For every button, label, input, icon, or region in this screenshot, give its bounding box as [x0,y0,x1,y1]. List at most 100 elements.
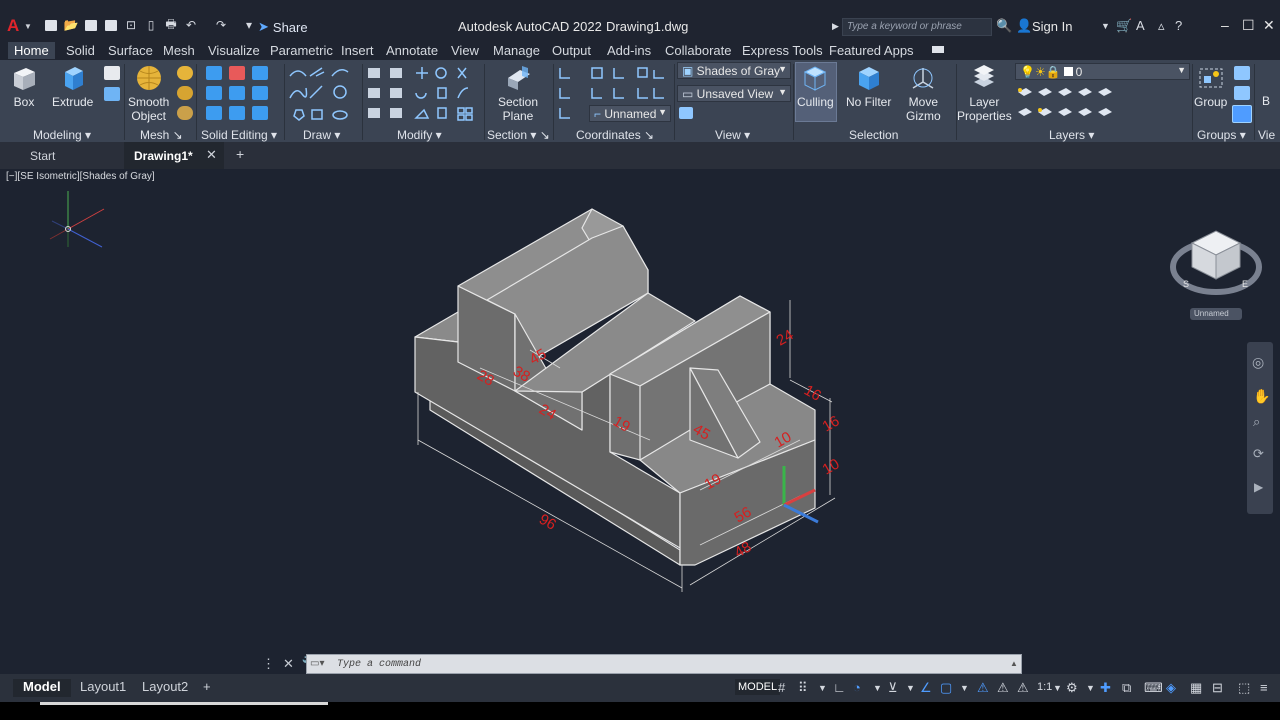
panel-solid-editing[interactable]: Solid Editing ▾ [201,128,277,142]
layout-tab-model[interactable]: Model [13,679,71,697]
layout-tab-layout1[interactable]: Layout1 [70,679,136,697]
smooth-object-button[interactable]: Smooth Object [128,64,169,123]
close-icon[interactable]: ✕ [1263,17,1275,34]
extract-edges-icon[interactable] [252,86,268,100]
viewport-config-icon[interactable] [679,107,693,119]
help-icon[interactable]: ? [1175,18,1182,33]
ucs-dropdown[interactable]: ⌐ Unnamed ▼ [589,105,671,122]
ribbon-toggle-icon[interactable] [932,46,944,53]
customize-qa-chevron-icon[interactable]: ▾ [242,18,256,32]
draw-tools-icons[interactable] [288,64,360,124]
osnap-chevron-icon[interactable]: ▼ [960,683,969,693]
sign-in-link[interactable]: Sign In [1032,19,1072,34]
snap-icon[interactable]: ⠿ [798,680,808,696]
workspace-chevron-icon[interactable]: ▼ [1086,683,1095,693]
layer-tools-icons[interactable] [1016,84,1116,124]
panel-layers[interactable]: Layers ▾ [1049,128,1094,142]
undo-icon[interactable]: ↶ [184,18,198,32]
new-tab-plus-icon[interactable]: + [236,146,244,162]
plot-icon[interactable]: 🖶 [164,17,178,32]
tab-annotate[interactable]: Annotate [380,42,444,59]
group-edit-icon[interactable] [1234,86,1250,100]
view-overflow-button[interactable]: B [1262,94,1270,108]
zoom-icon[interactable]: ⌕ [1253,414,1260,430]
fillet-edges-icon[interactable] [229,106,245,120]
layer-dropdown[interactable]: 💡☀🔒 0 ▼ [1015,63,1190,80]
subtract-icon[interactable] [229,66,245,80]
maximize-icon[interactable]: ☐ [1242,17,1255,34]
ortho-icon[interactable]: ∟ [833,680,846,695]
grip-handle-icon[interactable]: ⋮ [262,656,275,672]
tab-insert[interactable]: Insert [335,42,380,59]
presspull-icon[interactable] [104,87,120,101]
intersect-icon[interactable] [206,86,222,100]
minimize-icon[interactable]: – [1221,17,1229,33]
union-icon[interactable] [206,66,222,80]
annotation-scale-icon[interactable]: ⚠ [1017,680,1029,696]
cart-icon[interactable]: 🛒 [1116,18,1132,34]
panel-draw[interactable]: Draw ▾ [303,128,340,142]
new-file-icon[interactable] [44,18,58,32]
culling-button[interactable]: Culling [797,64,834,109]
tab-mesh[interactable]: Mesh [157,42,201,59]
lock-ui-icon[interactable]: ⌨ [1144,680,1163,696]
panel-section[interactable]: Section ▾ ↘ [487,128,550,142]
steering-wheel-icon[interactable]: ◎ [1252,354,1264,371]
tab-collaborate[interactable]: Collaborate [659,42,738,59]
ungroup-icon[interactable] [1234,66,1250,80]
scale-chevron-icon[interactable]: ▼ [1053,683,1062,693]
offset-edges-icon[interactable] [206,106,222,120]
group-button[interactable]: Group [1194,64,1227,109]
panel-groups[interactable]: Groups ▾ [1197,128,1246,142]
autodesk-app-icon[interactable]: A [1136,18,1145,33]
share-button[interactable]: ➤ Share [258,19,308,35]
tab-visualize[interactable]: Visualize [202,42,266,59]
units-plus-icon[interactable]: ✚ [1100,680,1111,696]
tab-add-ins[interactable]: Add-ins [601,42,657,59]
polysolid-icon[interactable] [104,66,120,80]
interfere-icon[interactable] [229,86,245,100]
annotation-visibility-icon[interactable]: ⚠ [977,680,989,696]
drawing-viewport[interactable]: [−][SE Isometric][Shades of Gray] 96 48 … [0,169,1280,674]
close-tab-icon[interactable]: ✕ [206,147,217,163]
add-layout-plus-icon[interactable]: + [193,679,221,697]
move-gizmo-button[interactable]: Move Gizmo [906,64,941,123]
slice-icon[interactable] [252,66,268,80]
isometric-solid-model[interactable]: 96 48 24 16 16 10 10 19 45 28 56 19 45 2… [400,199,860,599]
object-snap-tracking-icon[interactable]: ∠ [920,680,932,696]
visual-style-dropdown[interactable]: ▣ Shades of Gray ▼ [677,62,791,79]
publish-icon[interactable]: ⊡ [124,18,138,32]
isolate-objects-icon[interactable]: ◈ [1166,680,1176,696]
polar-chevron-icon[interactable]: ▼ [873,683,882,693]
clean-screen-icon[interactable]: ⊟ [1212,680,1223,696]
model-space-button[interactable]: MODEL [735,679,781,695]
layout-tab-layout2[interactable]: Layout2 [132,679,198,697]
isodraft-chevron-icon[interactable]: ▼ [906,683,915,693]
viewcube[interactable]: S E [1168,211,1264,307]
panel-modify[interactable]: Modify ▾ [397,128,442,142]
polar-tracking-icon[interactable]: ◔ [853,680,861,695]
tab-surface[interactable]: Surface [102,42,159,59]
tab-solid[interactable]: Solid [60,42,101,59]
named-view-dropdown[interactable]: ▭ Unsaved View ▼ [677,85,791,102]
tab-start[interactable]: Start [20,142,124,169]
extrude-button[interactable]: Extrude [52,64,93,109]
group-selection-toggle-icon[interactable] [1232,105,1252,123]
viewport-controls-label[interactable]: [−][SE Isometric][Shades of Gray] [6,171,155,182]
app-menu-chevron-icon[interactable]: ▼ [24,22,32,31]
command-history-chevron-icon[interactable]: ▲ [1010,659,1018,668]
redo-icon[interactable]: ↷ [214,18,228,32]
no-filter-button[interactable]: No Filter [846,64,891,109]
sign-in-chevron-icon[interactable]: ▼ [1101,21,1110,31]
fullscreen-icon[interactable]: ⬚ [1238,680,1250,696]
grid-icon[interactable]: # [778,680,785,695]
section-plane-button[interactable]: Section Plane [498,64,538,123]
autocad-logo[interactable]: A [7,16,19,36]
recent-commands-icon[interactable]: ▭▾ [310,658,324,669]
annotation-scale-value[interactable]: 1:1 [1037,681,1052,693]
snap-chevron-icon[interactable]: ▼ [818,683,827,693]
showmotion-icon[interactable]: ▶ [1254,480,1263,494]
open-folder-icon[interactable]: 📂 [64,18,79,32]
quick-properties-icon[interactable]: ⧉ [1122,680,1131,696]
layer-properties-button[interactable]: Layer Properties [957,64,1012,123]
